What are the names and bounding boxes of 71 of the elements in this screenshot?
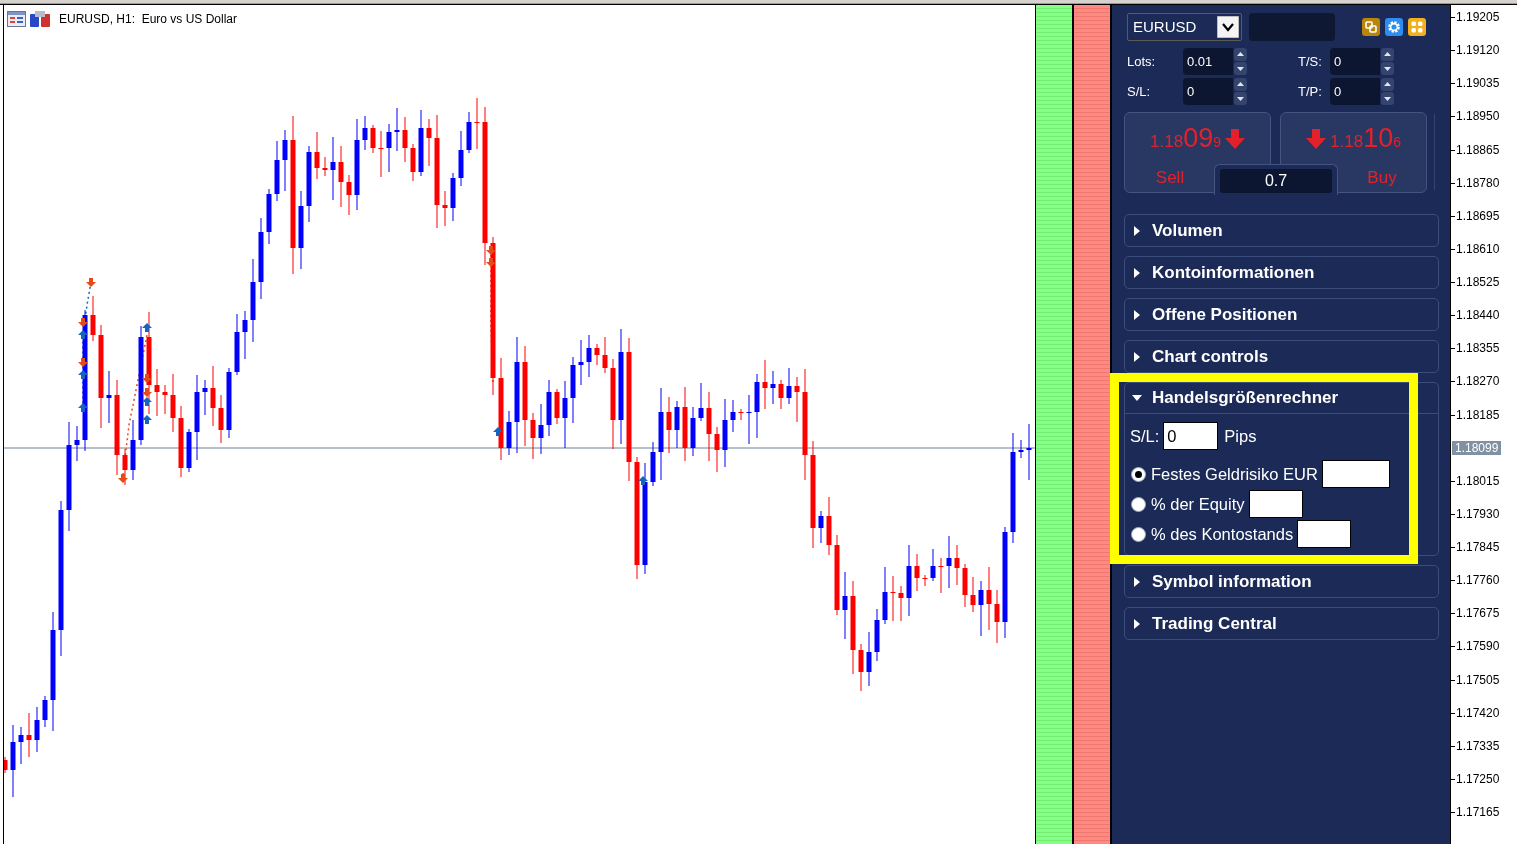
number-field[interactable]: 0 bbox=[1330, 48, 1380, 75]
field-label: Lots: bbox=[1127, 52, 1157, 71]
field-label: T/P: bbox=[1298, 82, 1323, 101]
price-label: 1.18525 bbox=[1456, 275, 1500, 289]
price-label: 1.19035 bbox=[1456, 76, 1500, 91]
price-label: 1.17590 bbox=[1456, 639, 1500, 654]
spin-down-icon[interactable] bbox=[1234, 62, 1247, 75]
spin-up-icon[interactable] bbox=[1381, 48, 1394, 61]
option-label: % des Kontostands bbox=[1151, 523, 1294, 545]
pips-field[interactable]: 0 bbox=[1163, 422, 1219, 450]
down-arrow-icon bbox=[1306, 129, 1327, 149]
price-label: 1.17845 bbox=[1456, 540, 1500, 554]
number-field[interactable]: 0 bbox=[1183, 78, 1233, 105]
price-label: 1.18440 bbox=[1456, 308, 1500, 323]
section-header[interactable]: Offene Positionen bbox=[1125, 301, 1302, 328]
spin-up-icon[interactable] bbox=[1234, 48, 1247, 61]
price-label: 1.18695 bbox=[1456, 208, 1500, 223]
spin-down-icon[interactable] bbox=[1381, 62, 1394, 75]
price-label: 1.18015 bbox=[1456, 473, 1500, 488]
sl-label: S/L: bbox=[1130, 425, 1160, 447]
price-label: 1.18610 bbox=[1456, 241, 1500, 256]
number-field[interactable]: 0 bbox=[1330, 78, 1380, 105]
overlapping-squares-icon[interactable] bbox=[1362, 18, 1380, 36]
section-header[interactable]: Handelsgrößenrechner bbox=[1125, 385, 1343, 411]
section-header[interactable]: Chart controls bbox=[1125, 343, 1273, 370]
price-label: 1.18185 bbox=[1456, 407, 1500, 422]
price-label: 1.17420 bbox=[1456, 705, 1500, 720]
option-label: Festes Geldrisiko EUR bbox=[1151, 463, 1318, 485]
price-label: 1.17930 bbox=[1456, 506, 1500, 521]
current-price-label: 1.18099 bbox=[1452, 440, 1502, 455]
down-arrow-icon bbox=[1224, 129, 1245, 149]
radio-icon[interactable] bbox=[1131, 526, 1146, 542]
price-label: 1.18865 bbox=[1456, 142, 1500, 157]
price-label: 1.17165 bbox=[1456, 805, 1500, 819]
price-label: 1.18950 bbox=[1456, 109, 1500, 124]
price-label: 1.17505 bbox=[1456, 672, 1500, 687]
price-label: 1.18270 bbox=[1456, 374, 1500, 389]
radio-icon[interactable] bbox=[1131, 496, 1146, 512]
number-field[interactable]: 0.01 bbox=[1183, 48, 1233, 75]
symbol-dropdown[interactable]: EURUSD bbox=[1127, 13, 1242, 41]
radio-icon[interactable] bbox=[1131, 466, 1146, 482]
four-squares-icon[interactable] bbox=[1408, 18, 1426, 36]
price-label: 1.17760 bbox=[1456, 573, 1500, 588]
price-label: 1.19205 bbox=[1456, 10, 1500, 24]
section-header[interactable]: Kontoinformationen bbox=[1125, 259, 1319, 286]
price-label: 1.17675 bbox=[1456, 606, 1500, 621]
amount-field[interactable] bbox=[1297, 520, 1352, 548]
section-header[interactable]: Trading Central bbox=[1125, 610, 1281, 637]
spin-up-icon[interactable] bbox=[1234, 78, 1247, 91]
chevron-down-icon bbox=[1217, 16, 1239, 38]
spin-down-icon[interactable] bbox=[1234, 92, 1247, 105]
amount-field[interactable] bbox=[1248, 490, 1303, 518]
spin-up-icon[interactable] bbox=[1381, 78, 1394, 91]
price-label: 1.17250 bbox=[1456, 771, 1500, 786]
section-header[interactable]: Volumen bbox=[1125, 217, 1227, 244]
text-field[interactable] bbox=[1249, 13, 1335, 41]
price-label: 1.17335 bbox=[1456, 738, 1500, 753]
amount-field[interactable] bbox=[1321, 460, 1390, 488]
price-label: 1.19120 bbox=[1456, 43, 1500, 58]
price-label: 1.18355 bbox=[1456, 341, 1500, 356]
price-label: 1.18780 bbox=[1456, 175, 1500, 190]
unit-label: Pips bbox=[1224, 425, 1257, 447]
field-label: S/L: bbox=[1127, 82, 1152, 101]
field-label: T/S: bbox=[1298, 52, 1323, 71]
price-quote: 1.18099 bbox=[1150, 123, 1221, 155]
settings-icon[interactable] bbox=[1385, 18, 1403, 36]
volume-display: 0.7 bbox=[1220, 169, 1332, 193]
spin-down-icon[interactable] bbox=[1381, 92, 1394, 105]
section-header[interactable]: Symbol information bbox=[1125, 568, 1316, 595]
price-quote: 1.18106 bbox=[1330, 123, 1401, 155]
option-label: % der Equity bbox=[1151, 493, 1245, 515]
